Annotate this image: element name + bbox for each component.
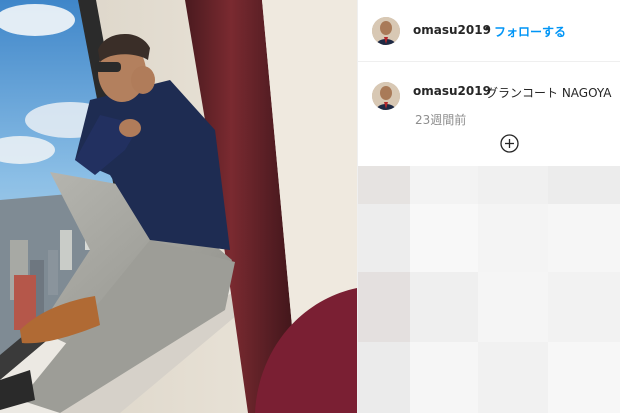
follow-button[interactable]: フォローする [494, 23, 566, 40]
post-header: omasu2019 • フォローする [358, 0, 620, 62]
avatar-image [372, 17, 400, 45]
photo-scene [0, 0, 357, 413]
post-sidebar: omasu2019 • フォローする omasu2019 グランコート NAGO… [357, 0, 620, 413]
blurred-comments-area [358, 166, 620, 413]
caption-avatar[interactable] [372, 82, 400, 110]
avatar[interactable] [372, 17, 400, 45]
separator-dot: • [484, 22, 492, 36]
caption-text: グランコート NAGOYA [486, 86, 612, 100]
caption-username-link[interactable]: omasu2019 [413, 84, 491, 98]
header-username-link[interactable]: omasu2019 [413, 23, 491, 37]
add-circle-icon[interactable] [500, 134, 519, 153]
post-timestamp[interactable]: 23週間前 [415, 111, 466, 128]
add-circle-icon-svg [500, 134, 519, 153]
caption-avatar-image [372, 82, 400, 110]
post-photo [0, 0, 357, 413]
